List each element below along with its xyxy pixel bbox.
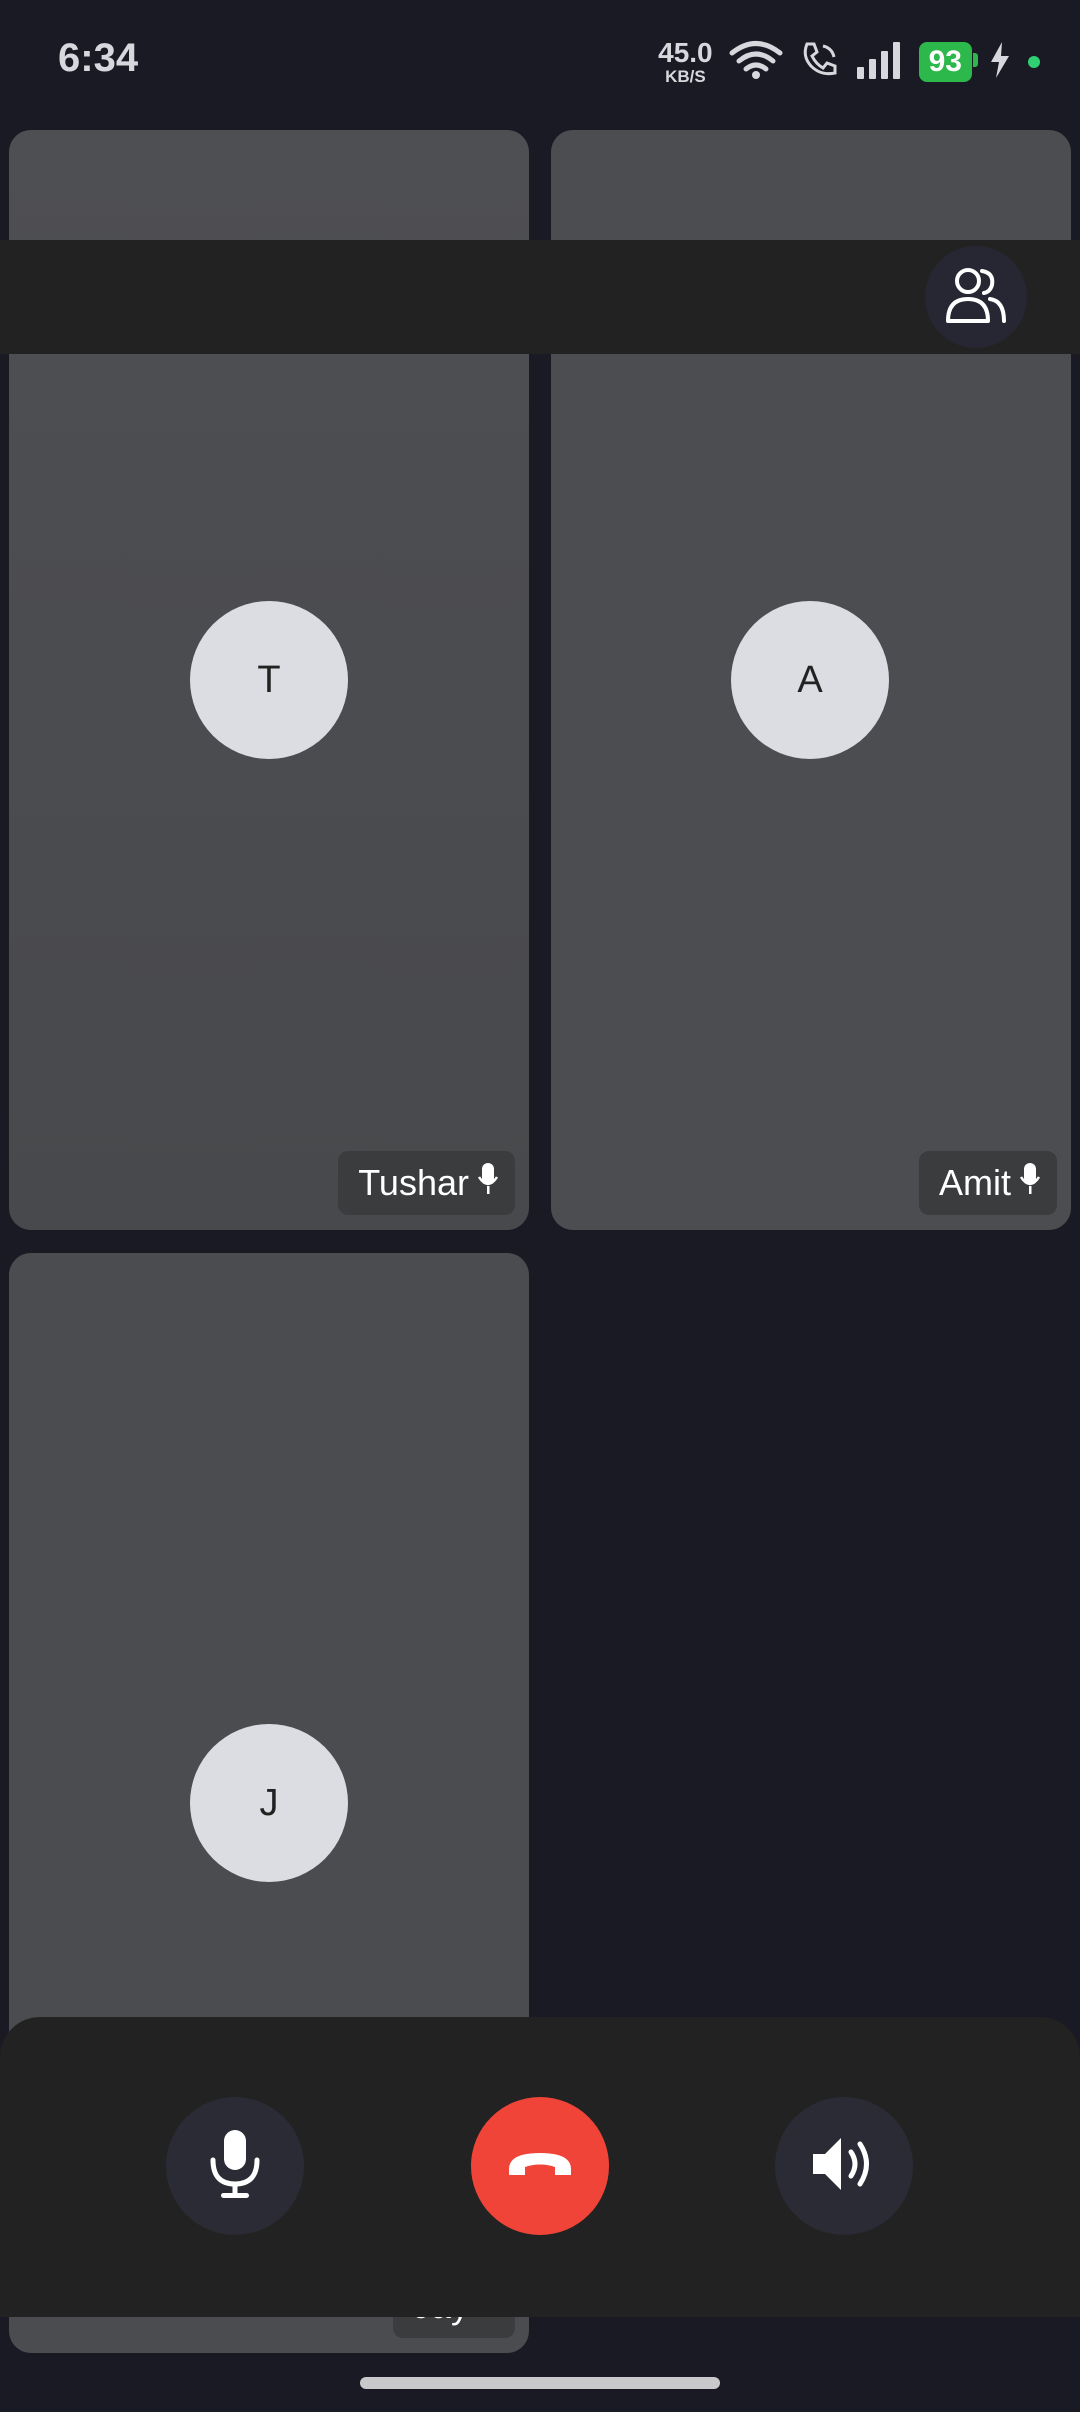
participant-name-tag: Amit (919, 1151, 1057, 1215)
home-indicator[interactable] (360, 2377, 720, 2389)
participant-name: Tushar (358, 1162, 469, 1203)
participants-icon (944, 265, 1008, 330)
network-speed: 45.0 KB/S (658, 37, 713, 86)
network-speed-unit: KB/S (665, 67, 706, 86)
status-bar: 6:34 45.0 KB/S 93 (0, 0, 1080, 124)
end-call-icon (505, 2147, 575, 2186)
battery-icon: 93 (918, 42, 979, 82)
signal-icon (855, 41, 903, 84)
status-icons: 45.0 KB/S 93 (658, 38, 1040, 86)
speaker-icon (809, 2132, 879, 2201)
mic-icon (207, 2128, 263, 2205)
participant-name: Amit (939, 1162, 1011, 1203)
participant-name-tag: Tushar (338, 1151, 515, 1215)
charging-icon (988, 40, 1012, 85)
mic-icon (477, 1162, 499, 1205)
wifi-icon (729, 40, 783, 85)
avatar: A (731, 601, 889, 759)
mute-button[interactable] (166, 2097, 304, 2235)
status-time: 6:34 (58, 36, 139, 80)
avatar: J (190, 1724, 348, 1882)
participants-button[interactable] (925, 246, 1027, 348)
speaker-button[interactable] (775, 2097, 913, 2235)
call-top-bar (0, 240, 1080, 354)
avatar: T (190, 601, 348, 759)
wifi-call-icon (799, 40, 839, 85)
end-call-button[interactable] (471, 2097, 609, 2235)
mic-icon (1019, 1162, 1041, 1205)
network-speed-value: 45.0 (658, 37, 713, 68)
active-dot (1028, 56, 1040, 68)
